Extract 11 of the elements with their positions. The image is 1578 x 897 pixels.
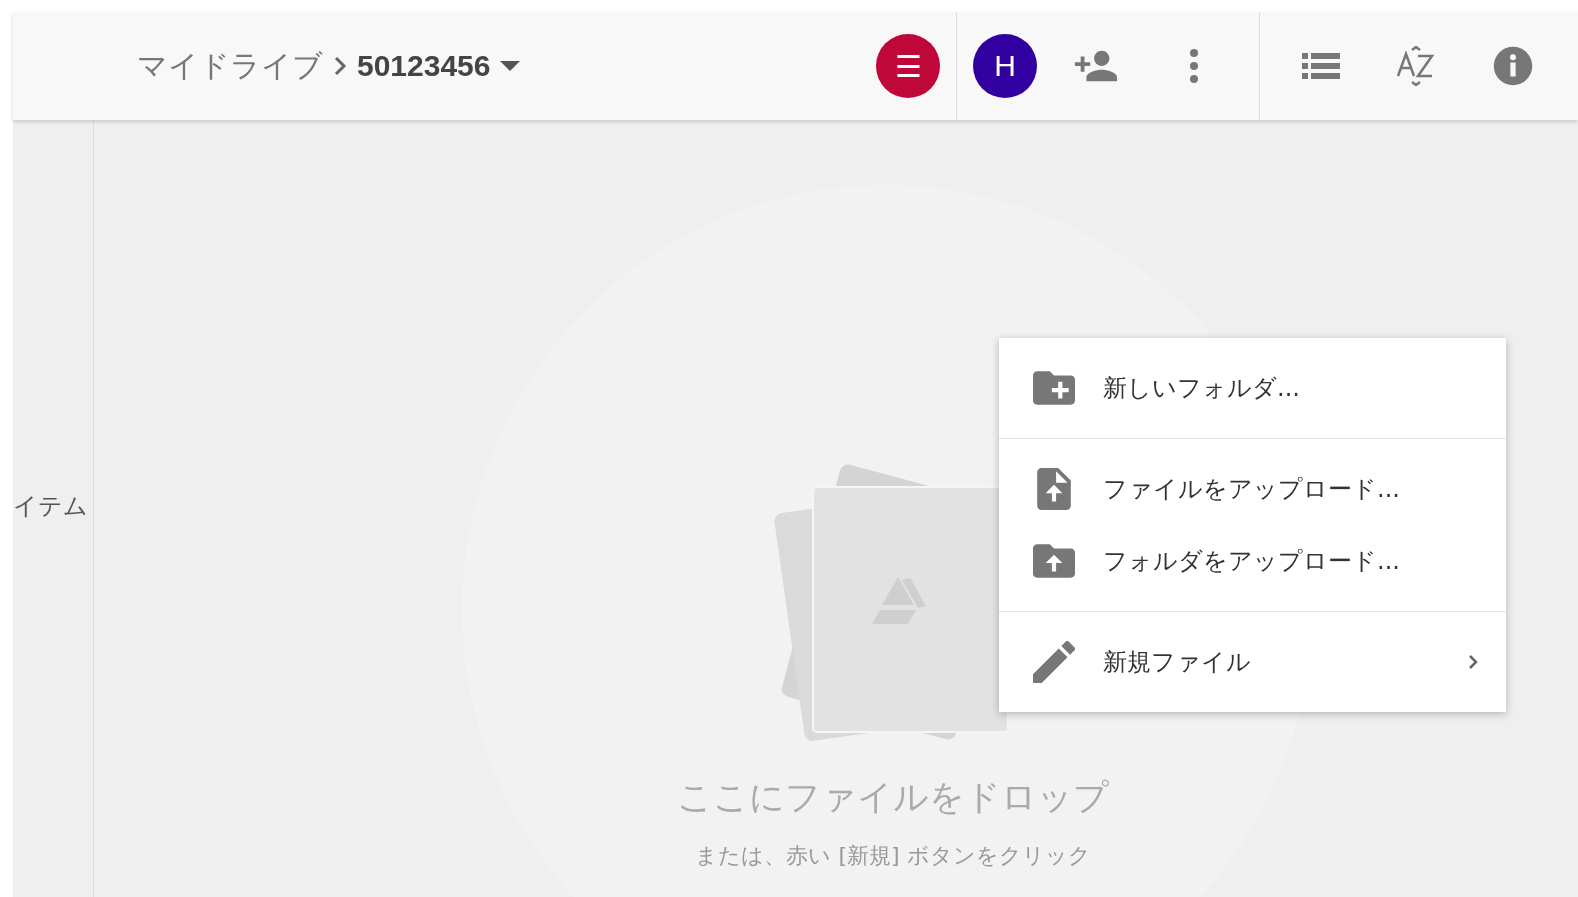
new-button[interactable]: ☰ bbox=[876, 34, 940, 98]
menu-item[interactable]: 新規ファイル bbox=[999, 626, 1506, 698]
menu-item[interactable]: フォルダをアップロード... bbox=[999, 525, 1506, 597]
empty-state-title: ここにファイルをドロップ bbox=[677, 776, 1109, 819]
account-avatar[interactable]: H bbox=[973, 34, 1037, 98]
breadcrumb-link[interactable]: マイドライブ bbox=[137, 45, 323, 87]
empty-state-hint: または、赤い [新規] ボタンをクリック bbox=[695, 842, 1091, 870]
sidebar-item[interactable]: イテム bbox=[13, 490, 93, 522]
menu-item[interactable]: ファイルをアップロード... bbox=[999, 453, 1506, 525]
menu-item[interactable]: 新しいフォルダ... bbox=[999, 352, 1506, 424]
current-folder-title[interactable]: 50123456 bbox=[357, 49, 491, 83]
